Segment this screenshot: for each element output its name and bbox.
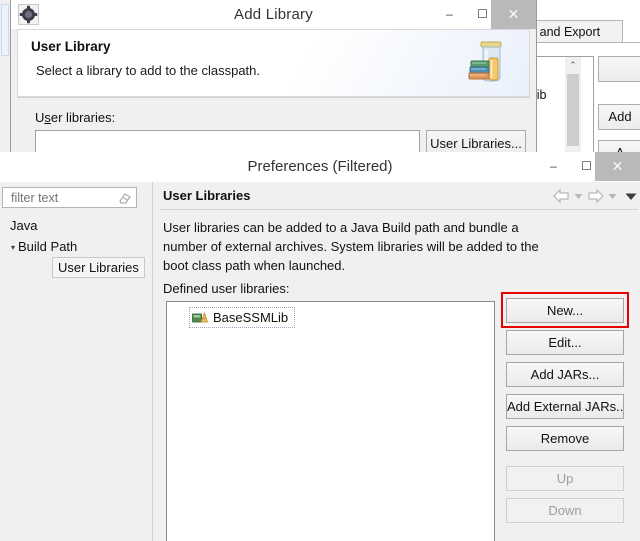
add-jars-button[interactable]: Add JARs...	[506, 362, 624, 387]
background-tab-order-and-export[interactable]: r and Export	[528, 20, 623, 43]
tree-item-build-path[interactable]: ▾ Build Path	[0, 236, 150, 257]
remove-button[interactable]: Remove	[506, 426, 624, 451]
preferences-minimize-button[interactable]: –	[537, 152, 570, 181]
list-item[interactable]: BaseSSMLib	[189, 307, 296, 328]
scroll-up-icon[interactable]: ⌃	[565, 57, 581, 73]
tree-twisty-build-path[interactable]: ▾	[8, 237, 18, 258]
defined-user-libraries-label: Defined user libraries:	[163, 281, 290, 296]
forward-dropdown-icon[interactable]	[608, 192, 617, 200]
view-menu-icon[interactable]	[625, 192, 637, 201]
add-library-dialog: Add Library – ☐ ✕ User Library Select a …	[10, 0, 537, 161]
edit-button[interactable]: Edit...	[506, 330, 624, 355]
new-button[interactable]: New...	[506, 298, 624, 323]
user-libraries-page: User Libraries User libraries can be add…	[158, 182, 640, 541]
close-button[interactable]: ✕	[491, 0, 536, 29]
page-navigation-controls	[553, 187, 637, 205]
add-library-banner: User Library Select a library to add to …	[17, 29, 530, 97]
user-libraries-list[interactable]: BaseSSMLib	[166, 301, 495, 541]
user-libraries-label: User libraries:	[35, 110, 116, 125]
preferences-close-button[interactable]: ✕	[595, 152, 640, 181]
down-button[interactable]: Down	[506, 498, 624, 523]
screen: r and Export lib ⌃ Add A Add Library – ☐…	[0, 0, 640, 541]
tree-item-java-label: Java	[10, 218, 38, 233]
tree-item-user-libraries[interactable]: User Libraries	[0, 257, 150, 278]
preferences-dialog: Preferences (Filtered) – ☐ ✕ Java ▾Build…	[0, 152, 640, 541]
background-button-add[interactable]: Add	[598, 104, 640, 130]
back-dropdown-icon[interactable]	[574, 192, 583, 200]
tree-item-user-libraries-label: User Libraries	[52, 257, 145, 278]
add-library-separator	[17, 97, 530, 98]
filter-input[interactable]	[11, 191, 116, 205]
list-item-label: BaseSSMLib	[213, 310, 289, 325]
preferences-titlebar[interactable]: Preferences (Filtered) – ☐ ✕	[0, 152, 640, 182]
page-title-rule	[160, 209, 638, 210]
preferences-tree: Java ▾ Build Path User Libraries	[0, 215, 150, 278]
background-button-1[interactable]	[598, 56, 640, 82]
up-button[interactable]: Up	[506, 466, 624, 491]
user-library-icon	[192, 311, 208, 322]
background-left-strip-accent	[1, 4, 9, 56]
eraser-icon[interactable]	[119, 192, 131, 204]
preferences-body: Java ▾Build Path User Libraries User Lib…	[0, 182, 640, 541]
tree-item-java[interactable]: Java	[0, 215, 150, 236]
add-library-titlebar[interactable]: Add Library – ☐ ✕	[11, 0, 536, 29]
add-external-jars-button[interactable]: Add External JARs...	[506, 394, 624, 419]
minimize-button[interactable]: –	[433, 0, 466, 29]
library-jar-books-icon	[468, 41, 502, 82]
tree-item-build-path-label: Build Path	[18, 239, 78, 254]
filter-input-wrapper[interactable]	[2, 187, 137, 208]
page-description: User libraries can be added to a Java Bu…	[163, 220, 539, 273]
forward-arrow-icon[interactable]	[587, 189, 604, 203]
library-actions-buttons: New... Edit... Add JARs... Add External …	[506, 298, 624, 530]
background-list-panel[interactable]	[530, 56, 594, 162]
background-scrollbar-thumb[interactable]	[567, 74, 579, 146]
page-title: User Libraries	[163, 188, 251, 203]
background-tab-underline	[524, 42, 640, 43]
banner-heading: User Library	[31, 39, 111, 54]
banner-subheading: Select a library to add to the classpath…	[36, 63, 261, 78]
preferences-pane-divider	[152, 182, 153, 541]
back-arrow-icon[interactable]	[553, 189, 570, 203]
